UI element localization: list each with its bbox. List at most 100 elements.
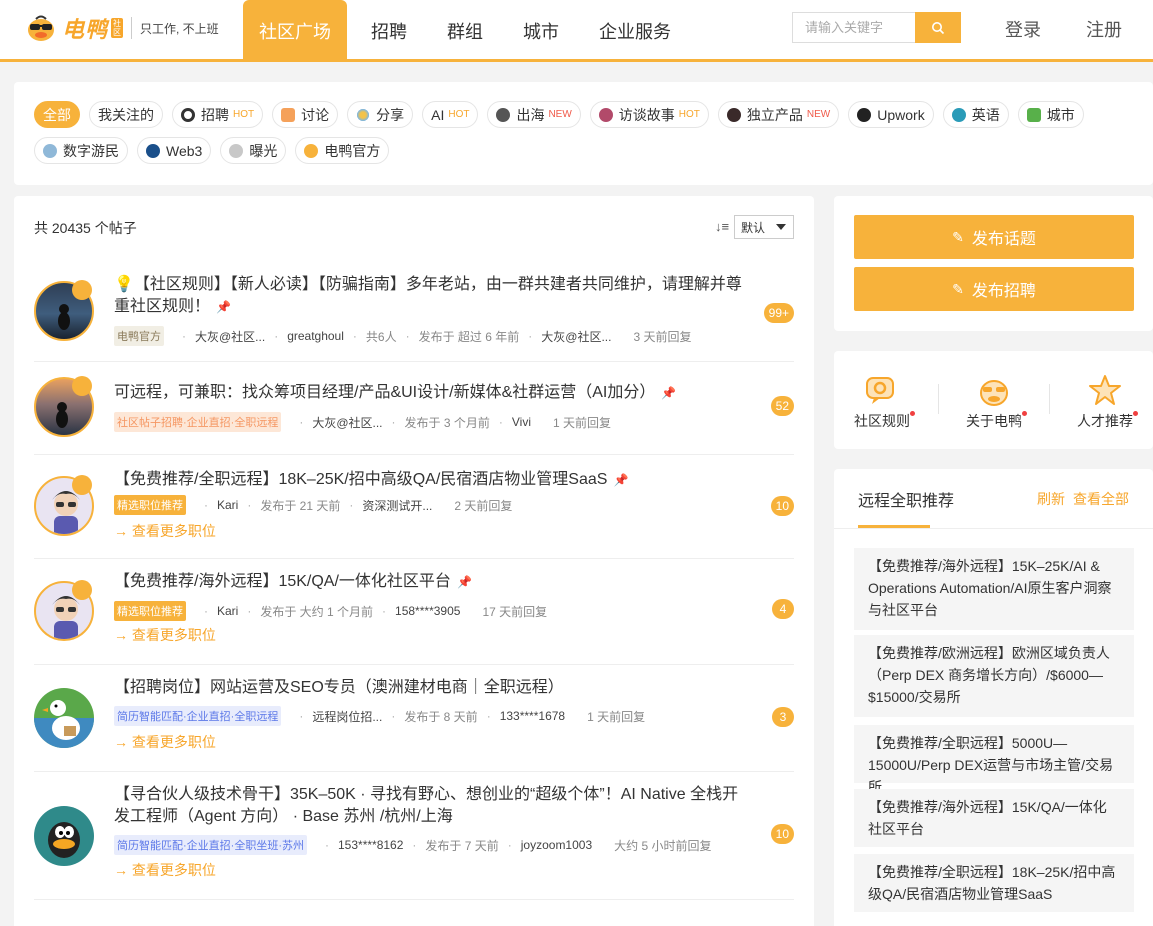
post-meta: 简历智能匹配·企业直招·全职坐班·苏州 · 153****8162 · 发布于 … bbox=[114, 835, 711, 855]
more-jobs-link[interactable]: → 查看更多职位 bbox=[114, 860, 216, 880]
tag-label: 英语 bbox=[971, 106, 1000, 123]
post-author[interactable]: 大灰@社区... bbox=[312, 414, 382, 431]
tag-official[interactable]: 电鸭官方 bbox=[295, 137, 390, 164]
post-replier[interactable]: 大灰@社区... bbox=[541, 328, 611, 345]
post-replier[interactable]: 133****1678 bbox=[500, 709, 565, 723]
more-jobs-link[interactable]: → 查看更多职位 bbox=[114, 732, 216, 752]
tag-discussion[interactable]: 讨论 bbox=[272, 101, 339, 128]
tag-label: 讨论 bbox=[301, 106, 330, 123]
recommend-item[interactable]: 【免费推荐/全职远程】18K–25K/招中高级QA/民宿酒店物业管理SaaS bbox=[854, 854, 1134, 912]
post-item: 可远程，可兼职：找众筹项目经理/产品&UI设计/新媒体&社群运营（AI加分） 📌 … bbox=[34, 362, 794, 455]
tag-ai[interactable]: AI HOT bbox=[422, 101, 479, 128]
post-replier[interactable]: joyzoom1003 bbox=[521, 838, 592, 852]
site-logo[interactable]: 电鸭 社区 只工作, 不上班 bbox=[26, 12, 219, 44]
post-replier[interactable]: Vivi bbox=[512, 415, 531, 429]
main-nav: 社区广场 招聘 群组 城市 企业服务 bbox=[243, 0, 687, 62]
badge-icon bbox=[72, 475, 92, 495]
recommend-item[interactable]: 【免费推荐/海外远程】15K–25K/AI & Operations Autom… bbox=[854, 548, 1134, 630]
post-item: 【免费推荐/海外远程】15K/QA/一体化社区平台 📌 精选职位推荐 · Kari… bbox=[34, 559, 794, 665]
post-meta: 精选职位推荐 · Kari · 发布于 21 天前 · 资深测试开... · 2… bbox=[114, 495, 512, 515]
tag-overseas[interactable]: 出海 NEW bbox=[487, 101, 581, 128]
tag-english[interactable]: 英语 bbox=[942, 101, 1009, 128]
about-dianya-link[interactable]: 关于电鸭 bbox=[949, 373, 1039, 431]
post-replied: 3 天前回复 bbox=[633, 329, 692, 344]
recommend-item[interactable]: 【免费推荐/欧洲远程】欧洲区域负责人（Perp DEX 商务增长方向）/$600… bbox=[854, 635, 1134, 717]
web3-icon bbox=[146, 143, 160, 158]
avatar[interactable] bbox=[34, 806, 94, 866]
tag-exposure[interactable]: 曝光 bbox=[220, 137, 287, 164]
tag-share[interactable]: 分享 bbox=[347, 101, 414, 128]
pin-icon: 📌 bbox=[216, 300, 231, 314]
post-category-chip[interactable]: 社区帖子招聘·企业直招·全职远程 bbox=[114, 412, 282, 432]
post-category-chip[interactable]: 精选职位推荐 bbox=[114, 495, 186, 515]
register-link[interactable]: 注册 bbox=[1086, 16, 1122, 42]
nav-cities[interactable]: 城市 bbox=[499, 0, 583, 62]
post-replied: 1 天前回复 bbox=[552, 415, 611, 430]
nav-jobs[interactable]: 招聘 bbox=[347, 0, 431, 62]
publish-topic-button[interactable]: ✎ 发布话题 bbox=[854, 215, 1134, 259]
logo-badge: 社区 bbox=[111, 18, 124, 38]
publish-job-button[interactable]: ✎ 发布招聘 bbox=[854, 267, 1134, 311]
nav-groups[interactable]: 群组 bbox=[431, 0, 499, 62]
tag-upwork[interactable]: Upwork bbox=[848, 101, 934, 128]
post-author[interactable]: Kari bbox=[217, 498, 238, 512]
post-title[interactable]: 【免费推荐/海外远程】15K/QA/一体化社区平台 📌 bbox=[114, 571, 754, 593]
tag-all[interactable]: 全部 bbox=[34, 101, 80, 128]
avatar[interactable] bbox=[34, 688, 94, 748]
post-title[interactable]: 【免费推荐/全职远程】18K–25K/招中高级QA/民宿酒店物业管理SaaS 📌 bbox=[114, 469, 754, 491]
post-coauthor[interactable]: greatghoul bbox=[287, 329, 344, 343]
tag-indie-products[interactable]: 独立产品 NEW bbox=[717, 101, 840, 128]
post-category-chip[interactable]: 简历智能匹配·企业直招·全职坐班·苏州 bbox=[114, 835, 307, 855]
post-title[interactable]: 【招聘岗位】网站运营及SEO专员（澳洲建材电商｜全职远程） bbox=[114, 677, 754, 699]
post-author[interactable]: 大灰@社区... bbox=[195, 328, 265, 345]
refresh-link[interactable]: 刷新 bbox=[1037, 489, 1065, 509]
nomad-icon bbox=[43, 143, 57, 158]
sort-icon: ↓≡ bbox=[715, 219, 730, 234]
more-jobs-link[interactable]: → 查看更多职位 bbox=[114, 625, 216, 645]
sparkle-icon bbox=[356, 107, 371, 122]
more-jobs-link[interactable]: → 查看更多职位 bbox=[114, 521, 216, 541]
post-title[interactable]: 💡【社区规则】【新人必读】【防骗指南】多年老站，由一群共建者共同维护，请理解并尊… bbox=[114, 274, 754, 318]
tag-digital-nomads[interactable]: 数字游民 bbox=[34, 137, 128, 164]
login-link[interactable]: 登录 bbox=[1005, 16, 1041, 42]
nav-community-square[interactable]: 社区广场 bbox=[243, 0, 347, 62]
recommend-item[interactable]: 【免费推荐/海外远程】15K/QA/一体化社区平台 bbox=[854, 789, 1134, 847]
tag-row-2: 数字游民 Web3 曝光 电鸭官方 bbox=[34, 137, 1133, 164]
chat-gear-icon bbox=[864, 373, 900, 409]
tag-jobs[interactable]: 招聘 HOT bbox=[172, 101, 264, 128]
view-all-link[interactable]: 查看全部 bbox=[1073, 489, 1129, 509]
post-title-text: 【免费推荐/海外远程】15K/QA/一体化社区平台 bbox=[114, 573, 451, 590]
nav-enterprise-services[interactable]: 企业服务 bbox=[583, 0, 687, 62]
post-category-chip[interactable]: 精选职位推荐 bbox=[114, 601, 186, 621]
post-category-chip[interactable]: 电鸭官方 bbox=[114, 326, 164, 346]
tag-cities[interactable]: 城市 bbox=[1017, 101, 1084, 128]
post-author[interactable]: 153****8162 bbox=[338, 838, 403, 852]
posts-panel: 共 20435 个帖子 ↓≡ 默认 💡【社区规则】【新人必读】【防骗指南】多年老… bbox=[14, 196, 814, 926]
post-category-chip[interactable]: 简历智能匹配·企业直招·全职远程 bbox=[114, 706, 282, 726]
tag-label: 出海 bbox=[516, 106, 545, 123]
community-rules-link[interactable]: 社区规则 bbox=[837, 373, 927, 431]
hot-flag: HOT bbox=[233, 109, 255, 120]
talent-recommend-link[interactable]: 人才推荐 bbox=[1060, 373, 1150, 431]
post-published: 发布于 7 天前 bbox=[425, 838, 499, 853]
search-button[interactable] bbox=[915, 12, 961, 43]
post-replier[interactable]: 158****3905 bbox=[395, 604, 460, 618]
tag-following[interactable]: 我关注的 bbox=[89, 101, 163, 128]
recommend-item[interactable]: 【免费推荐/全职远程】5000U—15000U/Perp DEX运营与市场主管/… bbox=[854, 725, 1134, 795]
city-icon bbox=[1026, 107, 1041, 122]
chat-people-icon bbox=[598, 107, 613, 122]
post-replied: 17 天前回复 bbox=[482, 604, 548, 619]
sort-value: 默认 bbox=[741, 220, 766, 235]
post-author[interactable]: Kari bbox=[217, 604, 238, 618]
search-input[interactable] bbox=[792, 12, 915, 43]
tag-web3[interactable]: Web3 bbox=[137, 137, 212, 164]
post-author[interactable]: 远程岗位招... bbox=[312, 708, 382, 725]
reply-count-badge: 10 bbox=[770, 496, 794, 516]
post-replied: 大约 5 小时前回复 bbox=[614, 838, 712, 853]
tag-interviews[interactable]: 访谈故事 HOT bbox=[589, 101, 709, 128]
post-title[interactable]: 可远程，可兼职：找众筹项目经理/产品&UI设计/新媒体&社群运营（AI加分） 📌 bbox=[114, 382, 754, 404]
post-replier[interactable]: 资深测试开... bbox=[362, 497, 432, 514]
post-title[interactable]: 【寻合伙人级技术骨干】35K–50K · 寻找有野心、想创业的“超级个体”！AI… bbox=[114, 784, 754, 828]
tag-label: 数字游民 bbox=[63, 142, 119, 159]
sort-select[interactable]: 默认 bbox=[734, 215, 794, 239]
